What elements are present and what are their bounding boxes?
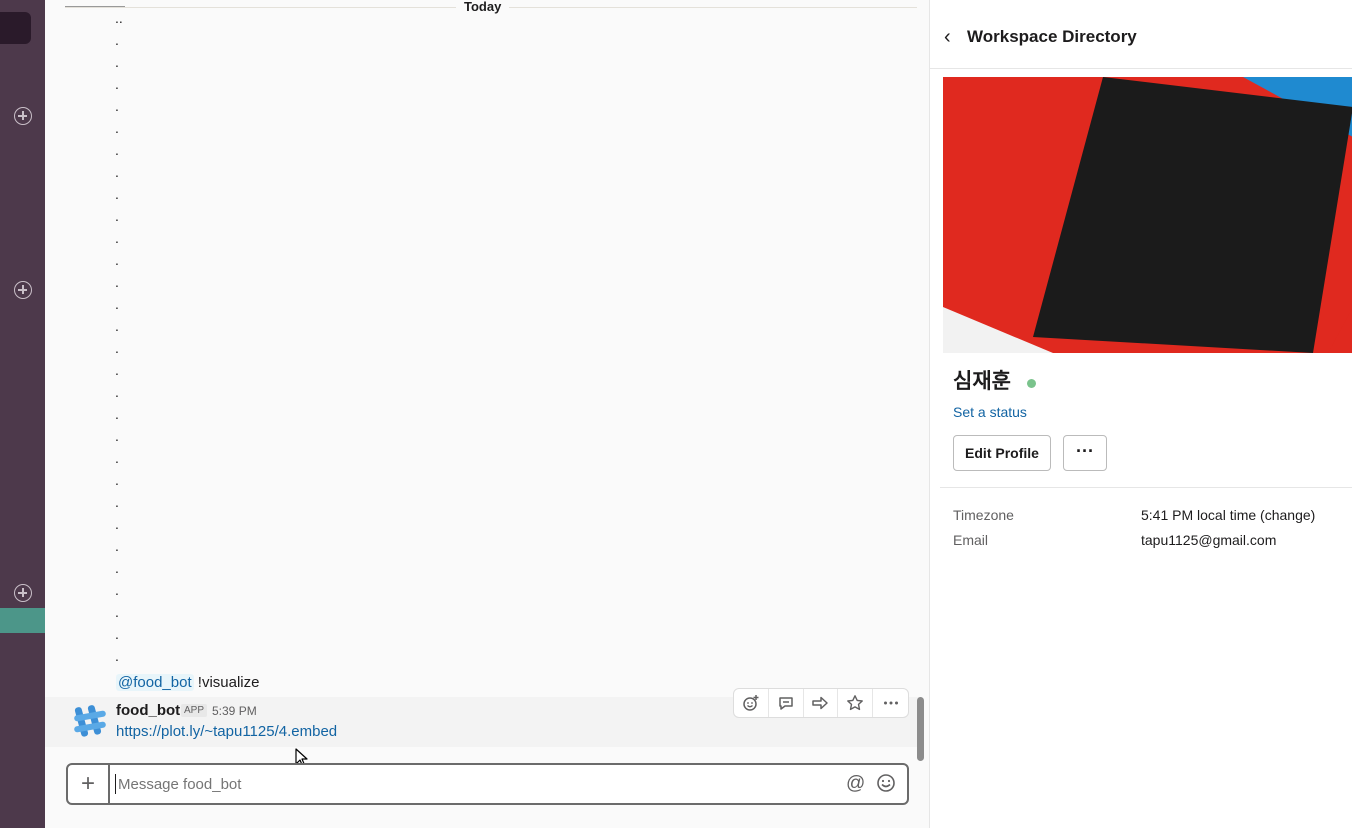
- message-line: .: [115, 274, 119, 290]
- user-message: @food_bot !visualize: [116, 673, 259, 693]
- add-channel-icon[interactable]: [14, 107, 32, 125]
- message-line: .: [115, 560, 119, 576]
- message-link[interactable]: https://plot.ly/~tapu1125/4.embed: [116, 722, 337, 742]
- message-line: .: [115, 604, 119, 620]
- text-caret: [115, 774, 116, 794]
- profile-name: 심재훈: [953, 370, 1011, 393]
- sender-name[interactable]: food_bot: [116, 701, 180, 721]
- timezone-value: 5:41 PM local time (change): [1141, 507, 1316, 523]
- message-line: .: [115, 340, 119, 356]
- day-divider-accent: [65, 6, 125, 7]
- star-icon[interactable]: [838, 689, 874, 717]
- message-line: .: [115, 384, 119, 400]
- message-line: .: [115, 296, 119, 312]
- message-line: .: [115, 406, 119, 422]
- back-chevron-icon[interactable]: ‹: [944, 26, 951, 49]
- panel-divider: [940, 487, 1352, 488]
- attach-button[interactable]: +: [68, 765, 110, 803]
- message-line: .: [115, 494, 119, 510]
- message-line: ..: [115, 10, 123, 26]
- message-pane: Today .. ............................. @…: [45, 0, 929, 828]
- workspace-switcher[interactable]: [0, 12, 31, 44]
- email-label: Email: [953, 532, 989, 548]
- add-app-icon[interactable]: [14, 584, 32, 602]
- day-divider-label: Today: [456, 0, 510, 14]
- scrollbar-thumb[interactable]: [917, 697, 924, 761]
- profile-panel: ‹ Workspace Directory 심재훈 Set a status E…: [929, 0, 1352, 828]
- message-line: .: [115, 230, 119, 246]
- message-line: .: [115, 252, 119, 268]
- message-line: .: [115, 98, 119, 114]
- message-actions-toolbar: [733, 688, 909, 718]
- message-line: .: [115, 362, 119, 378]
- add-reaction-icon[interactable]: [734, 689, 769, 717]
- message-line: .: [115, 186, 119, 202]
- message-line: .: [115, 32, 119, 48]
- message-line: .: [115, 142, 119, 158]
- app-window: Today .. ............................. @…: [0, 0, 1352, 828]
- profile-cover-image[interactable]: [943, 77, 1352, 353]
- more-options-button[interactable]: ···: [1063, 435, 1107, 471]
- set-status-link[interactable]: Set a status: [953, 403, 1027, 421]
- message-line: .: [115, 648, 119, 664]
- mention-icon[interactable]: @: [846, 773, 865, 795]
- emoji-icon[interactable]: [876, 773, 896, 793]
- command-text: !visualize: [193, 674, 260, 691]
- message-line: .: [115, 54, 119, 70]
- message-dots: .. .............................: [115, 10, 123, 672]
- email-value[interactable]: tapu1125@gmail.com: [1141, 531, 1276, 549]
- message-line: .: [115, 516, 119, 532]
- bot-avatar[interactable]: [72, 703, 108, 739]
- presence-indicator: [1027, 379, 1036, 388]
- message-line: .: [115, 538, 119, 554]
- active-conversation-item[interactable]: [0, 608, 45, 633]
- message-line: .: [115, 582, 119, 598]
- timezone-label: Timezone: [953, 507, 1014, 523]
- message-line: .: [115, 208, 119, 224]
- share-message-icon[interactable]: [804, 689, 839, 717]
- app-badge: APP: [181, 704, 208, 717]
- mention-link[interactable]: @food_bot: [116, 674, 194, 691]
- message-line: .: [115, 120, 119, 136]
- more-actions-icon[interactable]: [873, 689, 908, 717]
- message-composer: + @: [66, 763, 909, 805]
- message-line: .: [115, 450, 119, 466]
- panel-title: Workspace Directory: [967, 27, 1137, 46]
- add-dm-icon[interactable]: [14, 281, 32, 299]
- message-line: .: [115, 318, 119, 334]
- message-line: .: [115, 164, 119, 180]
- workspace-rail: [0, 0, 45, 828]
- reply-thread-icon[interactable]: [769, 689, 804, 717]
- edit-profile-button[interactable]: Edit Profile: [953, 435, 1051, 471]
- message-line: .: [115, 428, 119, 444]
- message-line: .: [115, 626, 119, 642]
- message-input[interactable]: [118, 776, 818, 793]
- panel-header: ‹ Workspace Directory: [930, 0, 1352, 69]
- message-timestamp[interactable]: 5:39 PM: [212, 704, 257, 718]
- message-line: .: [115, 76, 119, 92]
- message-line: .: [115, 472, 119, 488]
